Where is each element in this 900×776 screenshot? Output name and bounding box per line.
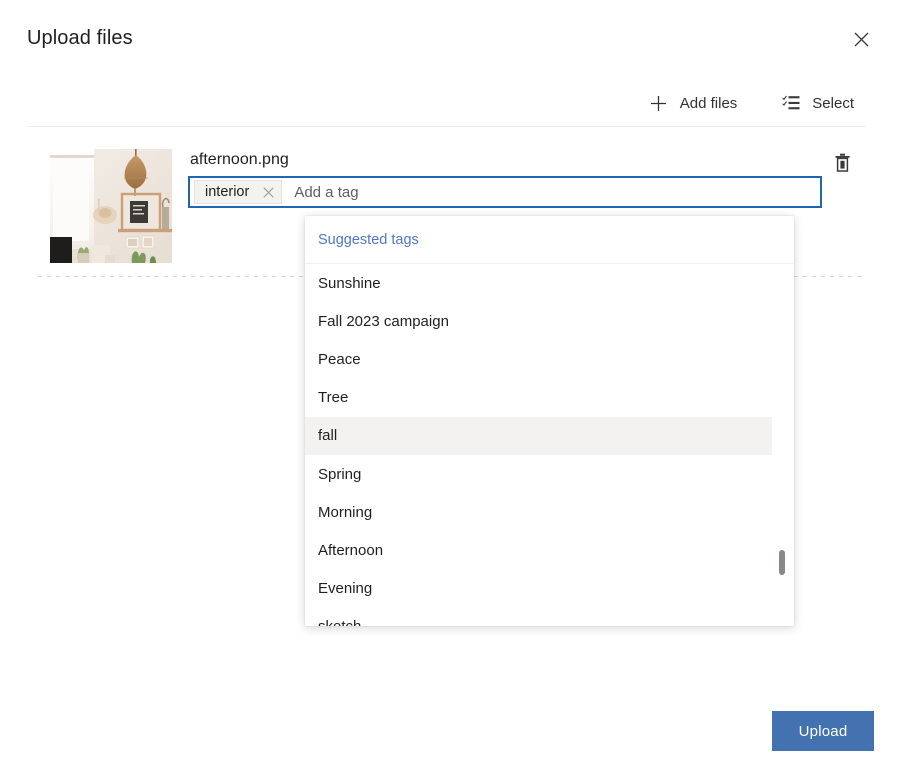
suggestion-item[interactable]: Tree (305, 379, 772, 417)
file-thumbnail (50, 149, 172, 263)
close-button[interactable] (845, 23, 877, 55)
trash-icon (834, 153, 851, 175)
suggestion-item[interactable]: sketch (305, 608, 772, 626)
select-button[interactable]: Select (769, 83, 866, 123)
close-icon (854, 32, 869, 47)
suggestion-item-label: Peace (318, 351, 361, 368)
upload-files-dialog: Upload files Add files (0, 0, 900, 776)
suggestion-item-label: Fall 2023 campaign (318, 313, 449, 330)
tag-input-placeholder: Add a tag (294, 184, 358, 201)
add-files-button[interactable]: Add files (637, 83, 750, 123)
suggestion-item-label: Sunshine (318, 275, 381, 292)
tag-chip-label: interior (205, 185, 249, 200)
add-files-label: Add files (680, 95, 738, 112)
plus-icon (649, 93, 669, 113)
suggested-tags-header: Suggested tags (305, 216, 794, 264)
command-bar: Add files Select (28, 80, 866, 126)
dropdown-scrollbar[interactable] (779, 264, 785, 626)
suggestion-item-label: Evening (318, 580, 372, 597)
tag-chip-interior[interactable]: interior (194, 180, 282, 204)
suggestion-item[interactable]: Peace (305, 340, 772, 378)
suggestion-item-label: fall (318, 427, 337, 444)
suggestion-item[interactable]: Morning (305, 493, 772, 531)
suggestion-item[interactable]: Spring (305, 455, 772, 493)
tag-chip-remove-button[interactable] (255, 181, 281, 203)
suggestion-item[interactable]: fall (305, 417, 772, 455)
suggested-tags-dropdown: Suggested tags Sunshine Fall 2023 campaig… (305, 216, 794, 626)
suggestion-item-label: Afternoon (318, 542, 383, 559)
select-label: Select (812, 95, 854, 112)
suggestion-item[interactable]: Evening (305, 570, 772, 608)
suggested-tags-list: Sunshine Fall 2023 campaign Peace Tree fall S… (305, 264, 794, 626)
suggestion-item-label: Morning (318, 504, 372, 521)
upload-button[interactable]: Upload (772, 711, 874, 751)
file-name: afternoon.png (190, 151, 289, 169)
suggestion-item[interactable]: Afternoon (305, 531, 772, 569)
checklist-icon (781, 93, 801, 113)
suggestion-item-label: Spring (318, 466, 361, 483)
command-bar-divider (28, 126, 866, 127)
dropdown-scrollbar-thumb[interactable] (779, 550, 785, 575)
suggestion-item[interactable]: Sunshine (305, 264, 772, 302)
suggestion-item-label: Tree (318, 389, 348, 406)
delete-button[interactable] (826, 149, 858, 179)
suggestion-item[interactable]: Fall 2023 campaign (305, 302, 772, 340)
suggestion-item-label: sketch (318, 618, 361, 626)
page-title: Upload files (27, 27, 133, 50)
tag-input-field[interactable]: interior Add a tag (188, 176, 822, 208)
